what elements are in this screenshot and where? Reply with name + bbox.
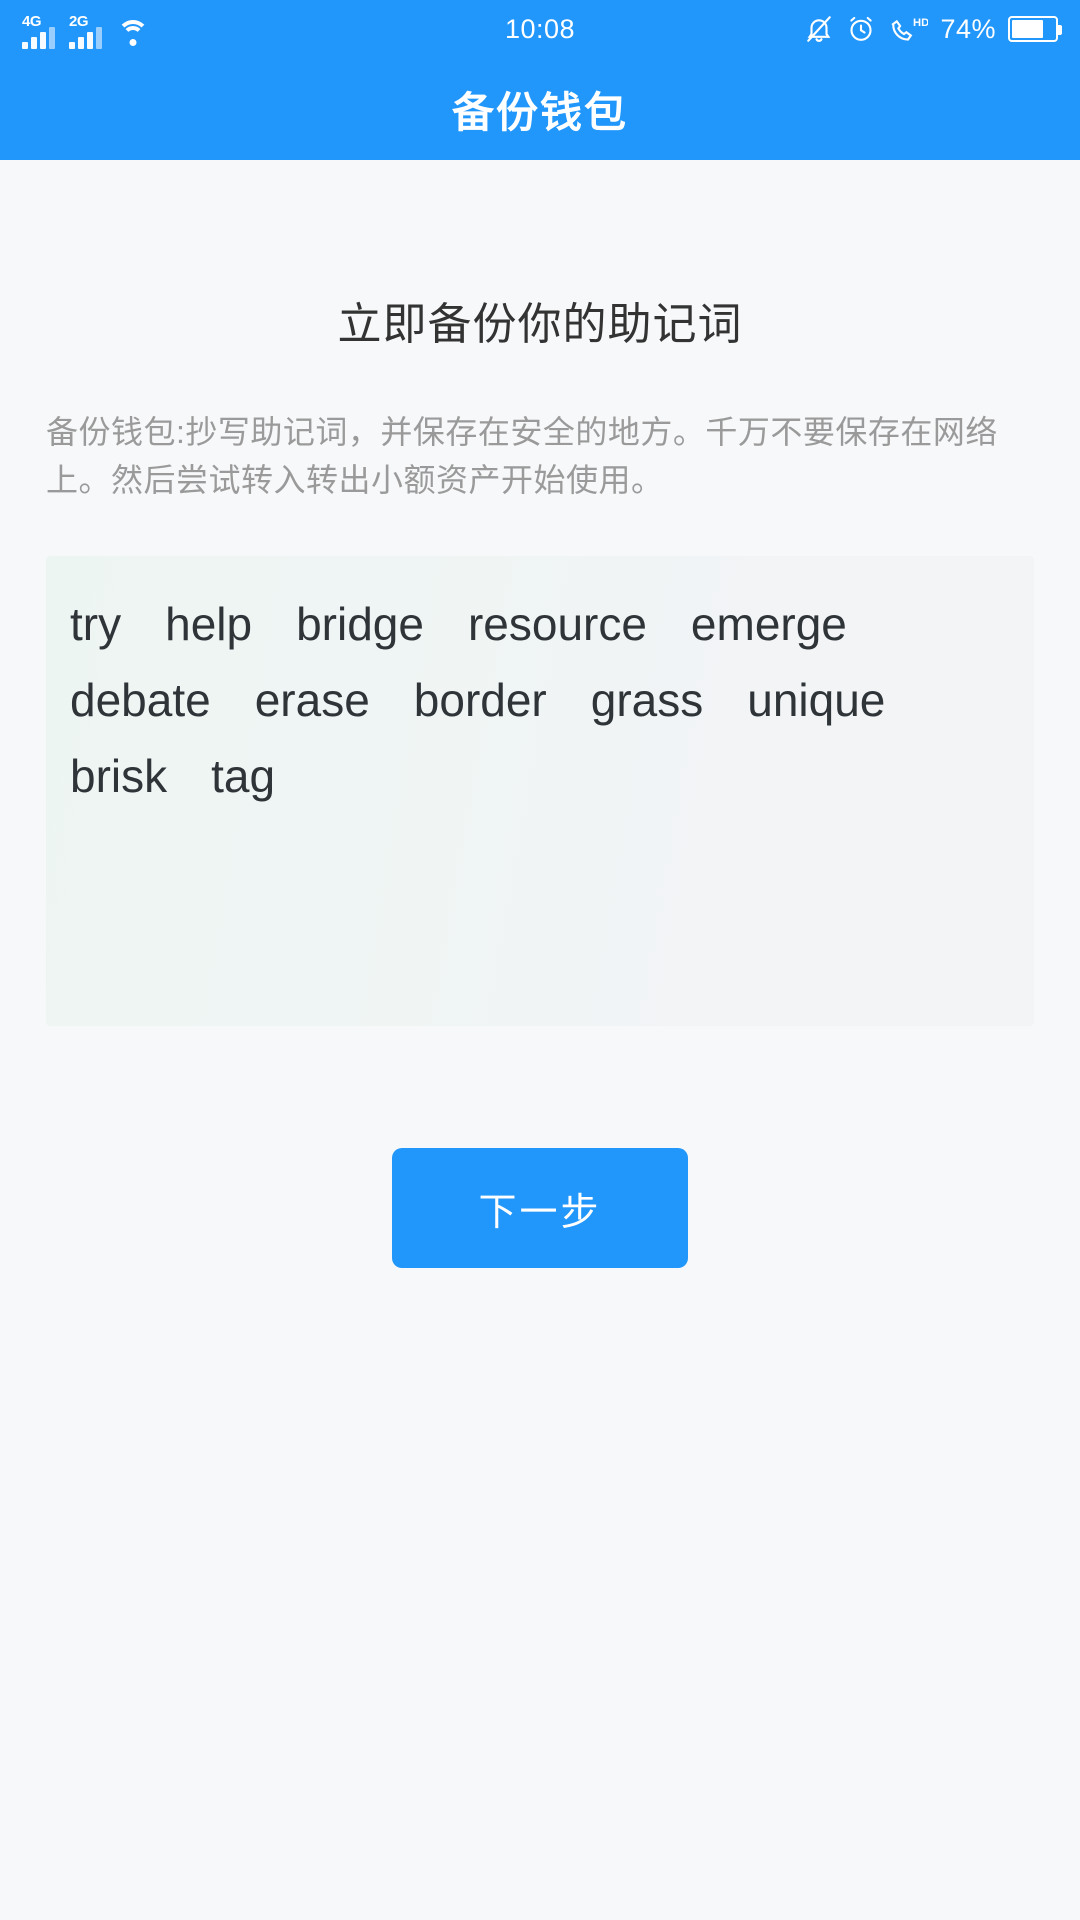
network-type-label-4g: 4G xyxy=(22,13,42,30)
phone-screen: 4G 2G 10:08 HD 74% 备份钱包 立即备份你的助记词 备份钱包:抄… xyxy=(0,0,1080,1920)
main-content: 立即备份你的助记词 备份钱包:抄写助记词，并保存在安全的地方。千万不要保存在网络… xyxy=(0,160,1080,1920)
battery-percent-label: 74% xyxy=(940,13,996,44)
mnemonic-word: resource xyxy=(467,598,647,650)
wifi-icon xyxy=(116,18,150,48)
battery-icon xyxy=(1008,16,1062,42)
mnemonic-word: bridge xyxy=(296,598,424,650)
volte-hd-call-icon: HD xyxy=(888,13,928,45)
bell-muted-icon xyxy=(804,13,834,45)
signal-bar xyxy=(87,32,93,49)
mnemonic-word: try xyxy=(70,598,122,650)
signal-bars-icon-4g: 4G xyxy=(22,13,55,49)
backup-heading: 立即备份你的助记词 xyxy=(337,300,743,349)
signal-bar xyxy=(96,27,102,49)
signal-bar xyxy=(78,37,84,49)
signal-bar xyxy=(22,42,28,49)
network-type-label-2g: 2G xyxy=(69,13,89,30)
mnemonic-word: help xyxy=(165,598,253,650)
svg-text:HD: HD xyxy=(913,17,928,29)
wifi-dot xyxy=(129,39,137,46)
mnemonic-word: brisk xyxy=(70,750,168,802)
signal-bar xyxy=(31,37,37,49)
backup-description: 备份钱包:抄写助记词，并保存在安全的地方。千万不要保存在网络上。然后尝试转入转出… xyxy=(46,414,998,498)
signal-bar xyxy=(69,42,75,49)
mnemonic-word: tag xyxy=(211,750,276,802)
status-bar: 4G 2G 10:08 HD 74% xyxy=(0,0,1080,58)
mnemonic-word: emerge xyxy=(690,598,847,650)
mnemonic-words-box: try help bridge resource emerge debate erase bo… xyxy=(46,556,1034,1026)
mnemonic-word: debate xyxy=(70,674,211,726)
app-bar: 备份钱包 xyxy=(0,58,1080,160)
status-bar-left-icons: 4G 2G xyxy=(22,9,150,49)
signal-bar xyxy=(40,32,46,49)
next-step-button[interactable]: 下一步 xyxy=(392,1148,688,1268)
mnemonic-word: grass xyxy=(590,674,704,726)
signal-bar xyxy=(49,27,55,49)
signal-bars-icon-2g: 2G xyxy=(69,13,102,49)
status-bar-right-icons: HD 74% xyxy=(804,13,1062,45)
mnemonic-word: erase xyxy=(254,674,370,726)
mnemonic-word: border xyxy=(413,674,547,726)
mnemonic-word: unique xyxy=(747,674,886,726)
next-button-container: 下一步 xyxy=(46,1148,1034,1268)
page-title: 备份钱包 xyxy=(451,88,628,136)
battery-level-fill xyxy=(1012,20,1044,38)
alarm-clock-icon xyxy=(846,13,876,45)
